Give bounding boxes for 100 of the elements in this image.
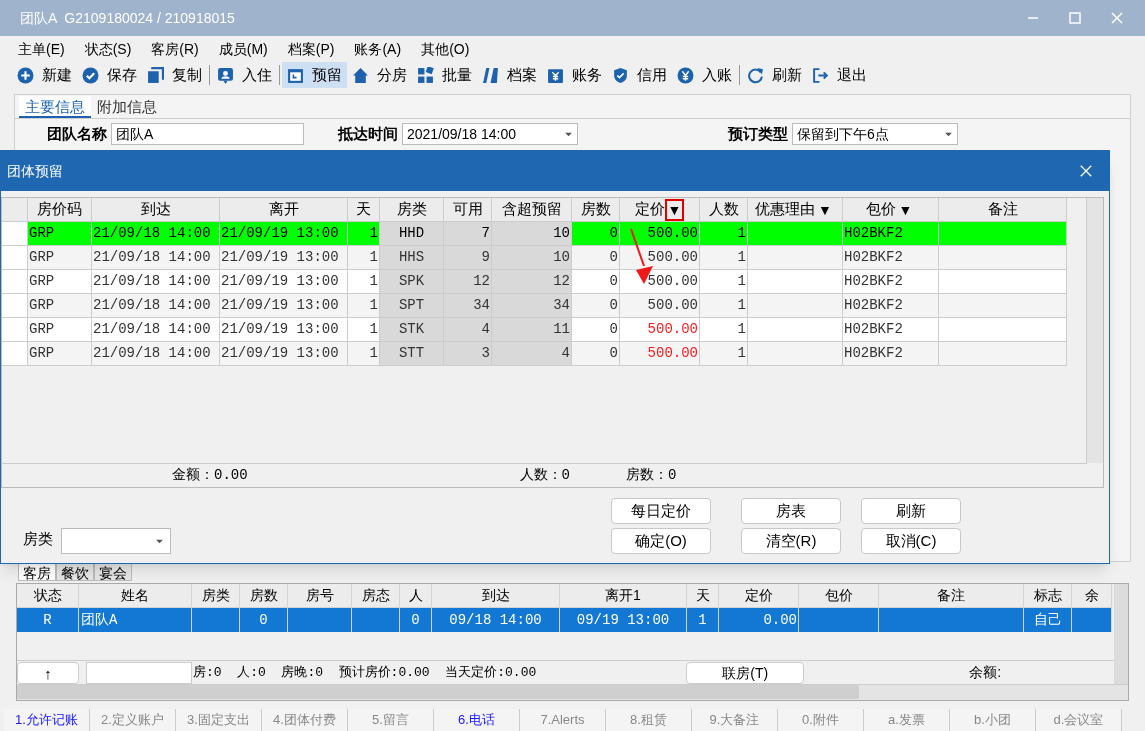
input-field[interactable]: 团队A <box>111 123 304 145</box>
toolbar-button[interactable]: 分房 <box>347 62 412 88</box>
menu-item[interactable]: 主单(E) <box>18 38 65 60</box>
toolbar-button[interactable]: 退出 <box>807 62 872 88</box>
column-header[interactable]: 定价 ▼ <box>620 198 700 222</box>
toolbar-button[interactable]: 入住 <box>212 62 277 88</box>
scrollbar[interactable] <box>1086 198 1103 463</box>
toolbar-button[interactable]: 刷新 <box>742 62 807 88</box>
dropdown-marker[interactable]: ▼ <box>895 198 916 221</box>
input-field[interactable] <box>86 661 192 684</box>
plus-icon <box>17 66 34 84</box>
wallet-icon <box>547 66 564 84</box>
row-header[interactable] <box>2 342 28 366</box>
column-header[interactable]: 到达 <box>92 198 220 222</box>
table-row[interactable]: GRP 21/09/18 14:00 21/09/19 13:00 1 SPT 34 34 0 500.00 1 H02BKF2 <box>2 294 1067 318</box>
column-header[interactable]: 包价 ▼ <box>843 198 939 222</box>
table-cell-text: GRP <box>29 224 55 243</box>
table-cell-text: 21/09/19 13:00 <box>221 272 339 291</box>
toolbar-button[interactable]: 信用 <box>607 62 672 88</box>
menu-item[interactable]: 账务(A) <box>354 38 402 60</box>
scrollbar[interactable] <box>1114 584 1128 684</box>
row-header[interactable] <box>2 222 28 246</box>
menu-item[interactable]: 成员(M) <box>218 38 268 60</box>
table-cell-text: STT <box>398 344 425 363</box>
table-cell-text: 500.00 <box>647 344 698 363</box>
toolbar-button[interactable]: 档案 <box>477 62 542 88</box>
column-header[interactable]: 房价码 <box>28 198 92 222</box>
column-header[interactable]: 可用 <box>444 198 492 222</box>
dropdown-marker[interactable]: ▼ <box>815 198 835 221</box>
table-row[interactable]: GRP 21/09/18 14:00 21/09/19 13:00 1 SPK 12 12 0 500.00 1 H02BKF2 <box>2 270 1067 294</box>
column-header[interactable]: 房类 <box>380 198 444 222</box>
row-header[interactable] <box>2 246 28 270</box>
menu-item[interactable]: 档案(P) <box>287 38 335 60</box>
dialog-button[interactable]: 清空(R) <box>741 528 841 554</box>
table-cell-text: R <box>43 610 52 630</box>
dropdown-field[interactable]: 保留到下午6点 <box>792 123 958 145</box>
table-cell-text: GRP <box>29 320 55 339</box>
row-header[interactable] <box>2 270 28 294</box>
grid-icon <box>417 66 434 84</box>
dropdown-field[interactable]: 2021/09/18 14:00 <box>402 123 578 145</box>
table-row[interactable]: GRP 21/09/18 14:00 21/09/19 13:00 1 STK 4 11 0 500.00 1 H02BKF2 <box>2 318 1067 342</box>
column-header[interactable]: 天 <box>348 198 380 222</box>
menu-item[interactable]: 客房(R) <box>151 38 199 60</box>
toolbar-button[interactable]: 入账 <box>672 62 737 88</box>
close-icon[interactable] <box>1079 164 1093 178</box>
dialog-button[interactable]: 取消(C) <box>861 528 961 554</box>
tab[interactable]: 附加信息 <box>91 96 163 118</box>
dialog-button[interactable]: 确定(O) <box>611 528 711 554</box>
toolbar-button[interactable]: 批量 <box>412 62 477 88</box>
dialog-button[interactable]: 房表 <box>741 498 841 524</box>
column-header[interactable]: 离开 <box>220 198 348 222</box>
column-header[interactable]: 房数 <box>572 198 620 222</box>
row-header[interactable] <box>2 294 28 318</box>
table-cell-text: 0 <box>609 224 618 243</box>
column-header[interactable]: 备注 <box>939 198 1067 222</box>
table-row[interactable]: GRP 21/09/18 14:00 21/09/19 13:00 1 STT 3 4 0 500.00 1 H02BKF2 <box>2 342 1067 366</box>
menu-item[interactable]: 状态(S) <box>84 38 132 60</box>
toolbar-button[interactable]: 保存 <box>77 62 142 88</box>
table-cell-text: 12 <box>553 272 570 291</box>
table-cell-text: 21/09/18 14:00 <box>93 320 211 339</box>
table-cell-text: 0 <box>609 272 618 291</box>
table-cell-text: SPK <box>398 272 425 291</box>
table-cell-text: 0 <box>259 610 268 630</box>
table-cell-text: 21/09/19 13:00 <box>221 296 339 315</box>
column-header[interactable]: 优惠理由 ▼ <box>748 198 843 222</box>
table-cell-text: 4 <box>481 320 490 339</box>
tab[interactable]: 主要信息 <box>19 96 91 118</box>
dialog-button[interactable]: 每日定价 <box>611 498 711 524</box>
toolbar-button[interactable]: 复制 <box>142 62 207 88</box>
up-button[interactable]: ↑ <box>17 661 79 684</box>
table-cell-text: 21/09/19 13:00 <box>221 224 339 243</box>
field-label: 团队名称 <box>47 123 107 144</box>
tab[interactable]: 1.允许记账 <box>4 709 90 731</box>
dropdown-field[interactable] <box>61 528 171 554</box>
dropdown-marker[interactable]: ▼ <box>664 198 685 221</box>
column-header[interactable]: 含超预留 <box>492 198 572 222</box>
books-icon <box>482 66 499 84</box>
table-cell-text: 0 <box>609 296 618 315</box>
table-cell-text: 1 <box>737 320 746 339</box>
column-header[interactable]: 人数 <box>700 198 748 222</box>
toolbar-button[interactable]: 预留 <box>282 62 347 88</box>
link-room-button[interactable]: 联房(T) <box>686 661 805 684</box>
menu-item[interactable]: 其他(O) <box>421 38 470 60</box>
table-cell-text: 0 <box>411 610 420 630</box>
table-row[interactable]: R 团队A 0 0 09/18 14:00 09/19 13:00 1 0.00 自己 <box>17 608 1112 632</box>
tab[interactable]: 6.电话 <box>434 709 520 731</box>
check-icon <box>82 66 99 84</box>
table-row[interactable]: GRP 21/09/18 14:00 21/09/19 13:00 1 HHD 7 10 0 500.00 1 H02BKF2 <box>2 222 1067 246</box>
scrollbar-thumb[interactable] <box>17 685 859 699</box>
table-cell-text: 0 <box>609 344 618 363</box>
copy-icon <box>147 66 164 84</box>
dialog-button[interactable]: 刷新 <box>861 498 961 524</box>
table-cell-text: 9 <box>481 248 490 267</box>
table-row[interactable]: GRP 21/09/18 14:00 21/09/19 13:00 1 HHS 9 10 0 500.00 1 H02BKF2 <box>2 246 1067 270</box>
table-cell-text: 1 <box>698 610 707 630</box>
row-header[interactable] <box>2 318 28 342</box>
table-cell-text: 21/09/19 13:00 <box>221 248 339 267</box>
toolbar-button[interactable]: 账务 <box>542 62 607 88</box>
maximize-icon[interactable] <box>1067 10 1083 26</box>
toolbar-button[interactable]: 新建 <box>12 62 77 88</box>
